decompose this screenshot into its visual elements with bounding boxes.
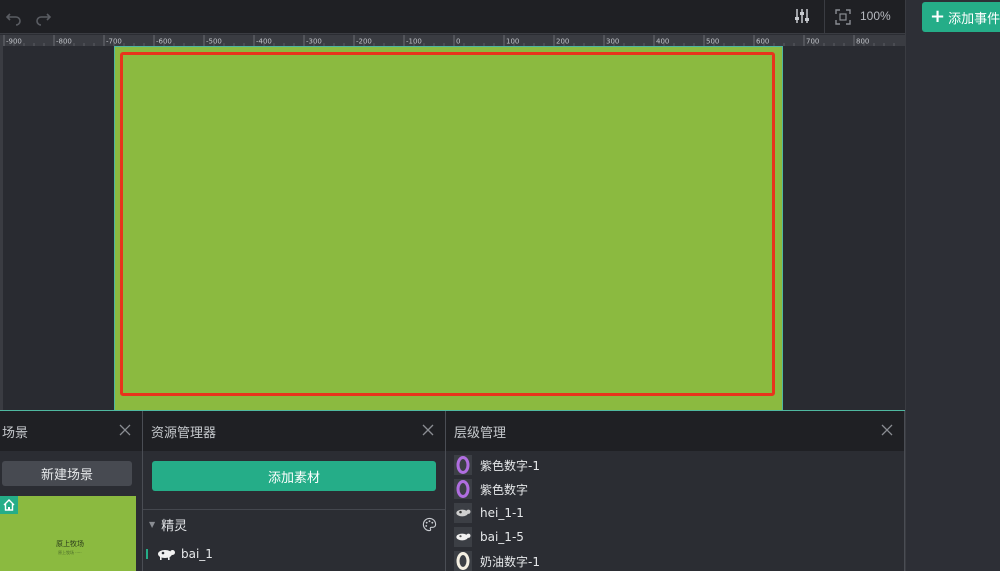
ruler-label: 100 bbox=[506, 38, 519, 46]
layer-panel: 层级管理 紫色数字-1 紫色数字 hei_1-1 bai_1-5 奶油数字-1 bbox=[446, 411, 905, 571]
ruler-label: -100 bbox=[406, 38, 422, 46]
ruler-label: 0 bbox=[456, 38, 460, 46]
resource-panel: 资源管理器 添加素材 ▼ 精灵 bai_1 bbox=[143, 411, 446, 571]
right-panel: + 添加事件 bbox=[905, 0, 1000, 571]
ruler-label: -600 bbox=[156, 38, 172, 46]
scene-panel-header: 场景 bbox=[0, 411, 142, 451]
ruler-label: -500 bbox=[206, 38, 222, 46]
close-icon[interactable] bbox=[421, 423, 435, 437]
layer-item[interactable]: hei_1-1 bbox=[454, 501, 894, 525]
layer-item[interactable]: 紫色数字-1 bbox=[454, 453, 894, 477]
settings-sliders-icon[interactable] bbox=[793, 7, 811, 25]
layer-label: 奶油数字-1 bbox=[480, 554, 540, 569]
editor-app: 100% + 添加事件 -900 -800 -700 -600 -500 -400 -300… bbox=[0, 0, 1000, 571]
ruler-label: -200 bbox=[356, 38, 372, 46]
cream-zero-icon bbox=[454, 551, 472, 571]
plus-icon: + bbox=[930, 6, 946, 27]
scene-canvas[interactable] bbox=[114, 46, 783, 411]
layer-item[interactable]: 紫色数字 bbox=[454, 477, 894, 501]
top-toolbar: 100% bbox=[0, 0, 905, 34]
ruler-label: -400 bbox=[256, 38, 272, 46]
layer-label: hei_1-1 bbox=[480, 506, 524, 520]
thumbnail-title: 原上牧场 bbox=[56, 540, 84, 548]
ruler-label: 600 bbox=[756, 38, 769, 46]
undo-icon[interactable] bbox=[5, 8, 23, 26]
layer-item[interactable]: 奶油数字-1 bbox=[454, 549, 894, 571]
purple-zero-icon bbox=[454, 455, 472, 475]
ruler-label: 500 bbox=[706, 38, 719, 46]
fit-screen-icon[interactable] bbox=[834, 8, 852, 26]
caret-down-icon: ▼ bbox=[149, 520, 156, 529]
add-event-button[interactable]: + 添加事件 bbox=[922, 2, 1000, 32]
layer-panel-header: 层级管理 bbox=[446, 411, 904, 451]
thumbnail-subtitle: 原上牧场 ····· bbox=[58, 550, 82, 555]
cow-icon bbox=[454, 527, 472, 547]
ruler-label: -300 bbox=[306, 38, 322, 46]
home-icon bbox=[3, 499, 15, 511]
zoom-level[interactable]: 100% bbox=[860, 9, 891, 23]
cow-icon bbox=[454, 503, 472, 523]
close-icon[interactable] bbox=[880, 423, 894, 437]
home-badge bbox=[0, 496, 18, 514]
close-icon[interactable] bbox=[118, 423, 132, 437]
redo-icon[interactable] bbox=[34, 8, 52, 26]
divider bbox=[143, 509, 445, 510]
ruler-label: -700 bbox=[106, 38, 122, 46]
ruler-label: 700 bbox=[806, 38, 819, 46]
scene-thumbnail[interactable]: 原上牧场 原上牧场 ····· bbox=[0, 496, 136, 571]
layer-label: 紫色数字 bbox=[480, 482, 529, 497]
sprite-section-header[interactable]: ▼ 精灵 bbox=[149, 515, 187, 534]
add-asset-button[interactable]: 添加素材 bbox=[152, 461, 436, 491]
resource-panel-header: 资源管理器 bbox=[143, 411, 445, 451]
sprite-section-label: 精灵 bbox=[161, 519, 188, 534]
new-scene-button[interactable]: 新建场景 bbox=[2, 461, 132, 486]
ruler-label: -800 bbox=[56, 38, 72, 46]
resource-panel-title: 资源管理器 bbox=[151, 425, 217, 441]
selected-indicator bbox=[146, 549, 148, 559]
layer-item[interactable]: bai_1-5 bbox=[454, 525, 894, 549]
add-event-label: 添加事件 bbox=[948, 11, 1000, 27]
layer-panel-title: 层级管理 bbox=[454, 425, 507, 441]
palette-icon[interactable] bbox=[422, 517, 437, 532]
purple-zero-icon bbox=[454, 479, 472, 499]
layer-label: bai_1-5 bbox=[480, 530, 524, 544]
layer-label: 紫色数字-1 bbox=[480, 458, 540, 473]
asset-label: bai_1 bbox=[181, 547, 213, 561]
scene-panel: 场景 新建场景 原上牧场 原上牧场 ····· bbox=[0, 411, 143, 571]
layer-list: 紫色数字-1 紫色数字 hei_1-1 bai_1-5 奶油数字-1 bbox=[454, 453, 894, 571]
scene-panel-title: 场景 bbox=[2, 425, 29, 441]
asset-item[interactable]: bai_1 bbox=[146, 547, 213, 561]
horizontal-ruler: -900 -800 -700 -600 -500 -400 -300 -200 -100 0 100… bbox=[0, 35, 905, 46]
ruler-label: 400 bbox=[656, 38, 669, 46]
stage-area[interactable] bbox=[3, 46, 905, 411]
toolbar-divider bbox=[824, 0, 825, 34]
ruler-label: 200 bbox=[556, 38, 569, 46]
selection-box[interactable] bbox=[120, 52, 775, 396]
cow-icon bbox=[158, 550, 175, 560]
ruler-label: 800 bbox=[856, 38, 869, 46]
ruler-label: -900 bbox=[6, 38, 22, 46]
ruler-label: 300 bbox=[606, 38, 619, 46]
